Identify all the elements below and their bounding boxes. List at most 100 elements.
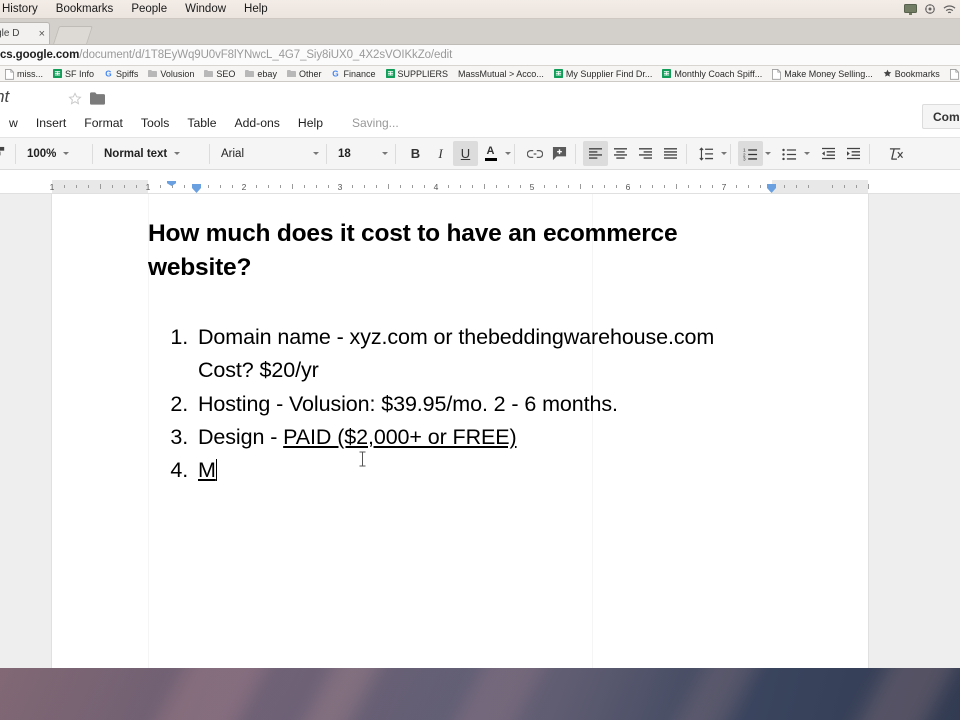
ruler-tick: [604, 185, 605, 188]
bookmark-item[interactable]: Bookmarks: [878, 66, 945, 81]
ruler-tick: [652, 185, 653, 188]
list-item[interactable]: Design - PAID ($2,000+ or FREE): [194, 421, 768, 454]
bookmark-item[interactable]: G Finance: [326, 66, 380, 81]
bookmark-item[interactable]: SUPPLIERS: [381, 66, 454, 81]
ruler-tick: [856, 185, 857, 188]
ruler-tick: [184, 185, 185, 188]
mac-menu-bookmarks[interactable]: Bookmarks: [47, 0, 123, 19]
line-spacing-icon[interactable]: [694, 141, 719, 166]
chevron-down-icon[interactable]: [505, 152, 511, 155]
docs-menu-insert[interactable]: Insert: [27, 116, 75, 130]
mac-menu-history[interactable]: History: [2, 0, 47, 19]
docs-menu-addons[interactable]: Add-ons: [226, 116, 289, 130]
bold-button[interactable]: B: [403, 141, 428, 166]
toolbar-divider: [869, 143, 870, 164]
bookmark-item[interactable]: shipping: [945, 66, 960, 81]
airplay-icon[interactable]: [924, 4, 936, 15]
close-icon[interactable]: ×: [36, 28, 45, 40]
bookmark-item[interactable]: Volusion: [143, 66, 199, 81]
document-ordered-list[interactable]: Domain name - xyz.com or thebeddingwareh…: [148, 321, 768, 487]
docs-menu-table[interactable]: Table: [178, 116, 225, 130]
print-icon[interactable]: [0, 141, 12, 166]
document-title[interactable]: ument: [0, 87, 9, 107]
bookmarks-bar: miss... SF Info G Spiffs Volusion SEO ebay Othe…: [0, 66, 960, 82]
sheets-icon: [385, 69, 395, 78]
chevron-down-icon: [63, 152, 70, 155]
display-icon[interactable]: [904, 4, 917, 15]
increase-indent-icon[interactable]: [841, 141, 866, 166]
text-color-button[interactable]: A: [478, 141, 503, 166]
toolbar-divider: [15, 143, 16, 164]
docs-menu-view[interactable]: w: [0, 116, 27, 130]
chevron-down-icon: [382, 152, 388, 155]
bookmark-label: Finance: [343, 68, 376, 79]
decrease-indent-icon[interactable]: [816, 141, 841, 166]
ruler-tick: [76, 185, 77, 188]
wifi-icon[interactable]: [943, 4, 956, 15]
ruler-number: 5: [529, 182, 535, 192]
bookmark-item[interactable]: SEO: [199, 66, 240, 81]
font-size-select[interactable]: 18: [330, 141, 392, 166]
clear-formatting-icon[interactable]: [883, 141, 908, 166]
paragraph-style-select[interactable]: Normal text: [96, 141, 206, 166]
mac-menu-window[interactable]: Window: [176, 0, 235, 19]
ruler-tick: [64, 185, 65, 188]
chevron-down-icon[interactable]: [804, 152, 810, 155]
zoom-select[interactable]: 100%: [19, 141, 89, 166]
align-justify-icon[interactable]: [658, 141, 683, 166]
italic-button[interactable]: I: [428, 141, 453, 166]
underline-button[interactable]: U: [453, 141, 478, 166]
ruler-tick: [796, 185, 797, 188]
list-item[interactable]: M: [194, 454, 768, 487]
bookmark-item[interactable]: MassMutual > Acco...: [453, 66, 549, 81]
mac-menu-help[interactable]: Help: [235, 0, 277, 19]
numbered-list-icon[interactable]: 1 2 3: [738, 141, 763, 166]
align-center-icon[interactable]: [608, 141, 633, 166]
browser-tab-google-docs[interactable]: oogle D ×: [0, 22, 50, 44]
link-icon[interactable]: [522, 141, 547, 166]
ruler-track[interactable]: 1 2 3 4 5 6 7 1: [50, 180, 869, 194]
svg-text:G: G: [105, 70, 111, 79]
bookmark-item[interactable]: Monthly Coach Spiff...: [657, 66, 767, 81]
list-item[interactable]: Domain name - xyz.com or thebeddingwareh…: [194, 321, 768, 388]
bookmark-item[interactable]: G Spiffs: [99, 66, 143, 81]
align-left-icon[interactable]: [583, 141, 608, 166]
ruler-tick: [124, 185, 125, 188]
bookmark-label: Monthly Coach Spiff...: [674, 68, 763, 79]
document-body[interactable]: How much does it cost to have an ecommer…: [148, 217, 768, 487]
comments-button[interactable]: Com: [922, 104, 960, 129]
docs-menu-tools[interactable]: Tools: [132, 116, 178, 130]
mac-menu-people[interactable]: People: [122, 0, 176, 19]
google-icon: G: [104, 69, 113, 79]
bookmark-item[interactable]: My Supplier Find Dr...: [549, 66, 658, 81]
document-ruler[interactable]: 1 2 3 4 5 6 7 1: [0, 180, 960, 194]
toolbar-divider: [514, 143, 515, 164]
bookmark-item[interactable]: ebay: [240, 66, 282, 81]
bookmark-label: Other: [298, 68, 322, 79]
bookmark-label: Spiffs: [116, 68, 139, 79]
mac-status-icons: [904, 0, 956, 19]
docs-menu-help[interactable]: Help: [289, 116, 332, 130]
bookmark-item[interactable]: SF Info: [48, 66, 99, 81]
new-tab-button[interactable]: [53, 26, 93, 44]
add-comment-icon[interactable]: [547, 141, 572, 166]
ruler-tick: [556, 185, 557, 188]
font-family-select[interactable]: Arial: [213, 141, 323, 166]
address-bar[interactable]: cs.google.com/document/d/1T8EyWq9U0vF8lY…: [0, 44, 960, 66]
chevron-down-icon[interactable]: [721, 152, 727, 155]
bookmark-item[interactable]: miss...: [0, 66, 48, 81]
chevron-down-icon[interactable]: [765, 152, 771, 155]
ruler-tick: [868, 184, 869, 189]
bulleted-list-icon[interactable]: [777, 141, 802, 166]
document-page[interactable]: How much does it cost to have an ecommer…: [52, 194, 868, 668]
folder-icon[interactable]: [90, 92, 105, 105]
bookmark-item[interactable]: Make Money Selling...: [767, 66, 878, 81]
chevron-down-icon: [313, 152, 319, 155]
bookmark-item[interactable]: Other: [282, 66, 327, 81]
list-item[interactable]: Hosting - Volusion: $39.95/mo. 2 - 6 mon…: [194, 388, 768, 421]
docs-menu-format[interactable]: Format: [75, 116, 132, 130]
ruler-tick: [316, 185, 317, 188]
text-color-swatch: [484, 158, 497, 161]
star-outline-icon[interactable]: [68, 92, 82, 106]
align-right-icon[interactable]: [633, 141, 658, 166]
